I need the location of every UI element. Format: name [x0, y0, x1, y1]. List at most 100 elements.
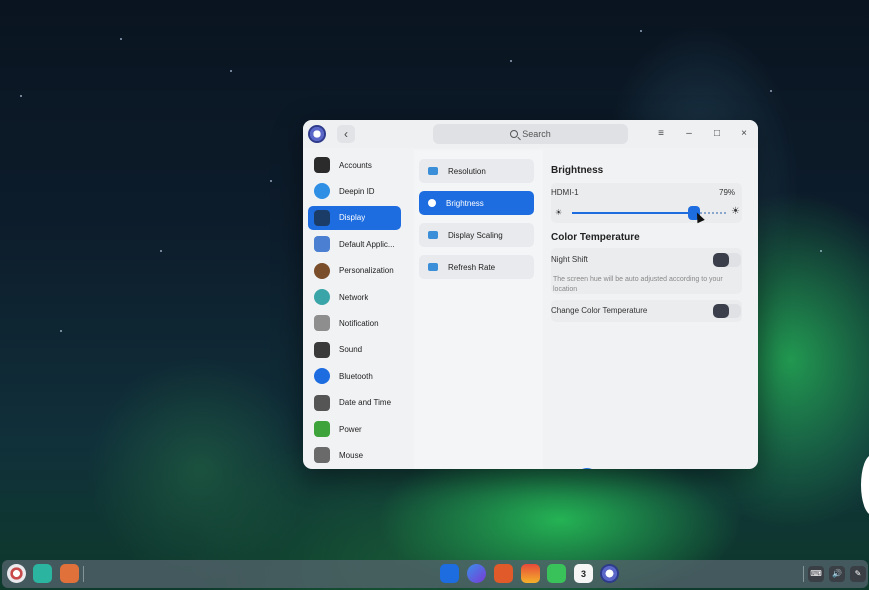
keyboard-icon[interactable]: ⌨ [808, 566, 824, 582]
sidebar-item-label: Personalization [339, 266, 394, 276]
search-icon [510, 130, 519, 138]
sidebar-item-mouse[interactable]: Mouse [308, 443, 401, 467]
edge-glow [861, 455, 869, 515]
night-shift-hint: The screen hue will be auto adjusted acc… [553, 276, 723, 293]
titlebar: ‹ Search ≡ – □ × [303, 120, 758, 148]
sidebar-item-display[interactable]: Display [308, 205, 401, 230]
sidebar-item-label: Bluetooth [339, 371, 373, 381]
night-shift-toggle[interactable] [713, 253, 741, 267]
submenu-item-resolution[interactable]: Resolution [419, 159, 534, 183]
maximize-button[interactable]: □ [710, 127, 724, 141]
calendar-icon[interactable]: 3 [574, 564, 593, 583]
star [270, 180, 272, 182]
speaker-icon [314, 341, 330, 358]
sidebar-item-personalization[interactable]: Personalization [308, 259, 401, 283]
change-color-temperature-label: Change Color Temperature [551, 306, 648, 315]
taskbar-separator [83, 566, 84, 582]
launcher-icon[interactable] [7, 564, 26, 583]
menu-button[interactable]: ≡ [654, 127, 668, 141]
sidebar-item-label: Network [339, 292, 369, 302]
star [770, 90, 772, 92]
sidebar-item-label: Sound [339, 345, 363, 355]
sidebar-item-date-and-time[interactable]: Date and Time [308, 391, 401, 415]
close-button[interactable]: × [737, 127, 751, 141]
star [160, 250, 162, 252]
submenu-item-label: Brightness [446, 198, 484, 208]
sidebar-item-label: Notification [339, 318, 379, 328]
sidebar-item-bluetooth[interactable]: Bluetooth [308, 364, 401, 388]
brightness-row [551, 183, 742, 223]
night-shift-label: Night Shift [551, 255, 588, 264]
control-center-window: ‹ Search ≡ – □ × Accounts Deepin ID Displa… [303, 120, 758, 469]
sidebar-item-label: Date and Time [339, 398, 392, 408]
minimize-button[interactable]: – [682, 127, 696, 141]
monitor-name: HDMI-1 [551, 188, 579, 197]
control-center-logo-icon [308, 125, 326, 143]
sidebar-item-default-applic[interactable]: Default Applic... [308, 232, 401, 256]
sidebar-item-label: Mouse [339, 450, 364, 460]
pen-icon[interactable]: ✎ [850, 566, 866, 582]
submenu-item-refresh-rate[interactable]: Refresh Rate [419, 255, 534, 279]
sidebar-item-sound[interactable]: Sound [308, 338, 401, 362]
brightness-icon [428, 199, 436, 207]
scaling-icon [428, 231, 438, 239]
refresh-rate-icon [428, 263, 438, 271]
brightness-panel: Brightness HDMI-1 79% ☀ ☀ Color Temperat… [543, 150, 758, 469]
workspace-icon[interactable] [60, 564, 79, 583]
star [20, 95, 22, 97]
bluetooth-icon [314, 368, 330, 385]
browser-icon[interactable] [467, 564, 486, 583]
search-placeholder: Search [522, 129, 551, 139]
submenu-item-label: Refresh Rate [448, 262, 496, 272]
star [60, 330, 62, 332]
accounts-icon [314, 157, 330, 173]
star [120, 38, 122, 40]
sidebar-item-accounts[interactable]: Accounts [308, 153, 401, 177]
app-store-icon[interactable] [494, 564, 513, 583]
sidebar: Accounts Deepin ID Display Default Applic..… [303, 150, 408, 469]
file-manager-icon[interactable] [440, 564, 459, 583]
sidebar-item-network[interactable]: Network [308, 285, 401, 309]
battery-icon [314, 421, 330, 437]
change-color-temperature-toggle[interactable] [713, 304, 741, 318]
brightness-title: Brightness [551, 165, 604, 176]
cloud-icon [314, 183, 330, 200]
brightness-high-icon: ☀ [731, 206, 740, 217]
default-apps-icon [314, 236, 330, 253]
taskbar: 3 ⌨ 🔊 ✎ [2, 560, 868, 588]
sidebar-item-label: Default Applic... [339, 239, 395, 249]
star [640, 30, 642, 32]
submenu-item-label: Resolution [448, 166, 486, 176]
submenu-item-label: Display Scaling [448, 230, 503, 240]
sidebar-item-notification[interactable]: Notification [308, 311, 401, 335]
control-center-icon[interactable] [600, 564, 619, 583]
brightness-slider-fill [572, 212, 695, 214]
personalization-icon [314, 262, 330, 279]
star [230, 70, 232, 72]
image-viewer-icon[interactable] [521, 564, 540, 583]
resolution-icon [428, 167, 438, 175]
music-icon[interactable] [547, 564, 566, 583]
sidebar-item-label: Deepin ID [339, 186, 375, 196]
taskbar-separator [803, 566, 804, 582]
brightness-slider-track[interactable] [572, 212, 727, 214]
star [820, 250, 822, 252]
submenu-item-display-scaling[interactable]: Display Scaling [419, 223, 534, 247]
star [510, 60, 512, 62]
color-temperature-title: Color Temperature [551, 232, 640, 243]
network-icon [314, 289, 330, 305]
sidebar-item-label: Accounts [339, 160, 372, 170]
display-submenu: ⊘ ResolutionBrightnessDisplay ScalingRef… [414, 150, 599, 469]
display-icon [314, 209, 330, 226]
back-button[interactable]: ‹ [337, 125, 355, 143]
brightness-percent: 79% [719, 188, 736, 197]
sidebar-item-power[interactable]: Power [308, 417, 401, 441]
mouse-icon [314, 447, 330, 464]
brightness-low-icon: ☀ [555, 208, 563, 217]
volume-icon[interactable]: 🔊 [829, 566, 845, 582]
bell-icon [314, 315, 330, 332]
search-input[interactable]: Search [433, 124, 628, 144]
multitasking-icon[interactable] [33, 564, 52, 583]
submenu-item-brightness[interactable]: Brightness [419, 191, 534, 215]
sidebar-item-deepin-id[interactable]: Deepin ID [308, 179, 401, 203]
